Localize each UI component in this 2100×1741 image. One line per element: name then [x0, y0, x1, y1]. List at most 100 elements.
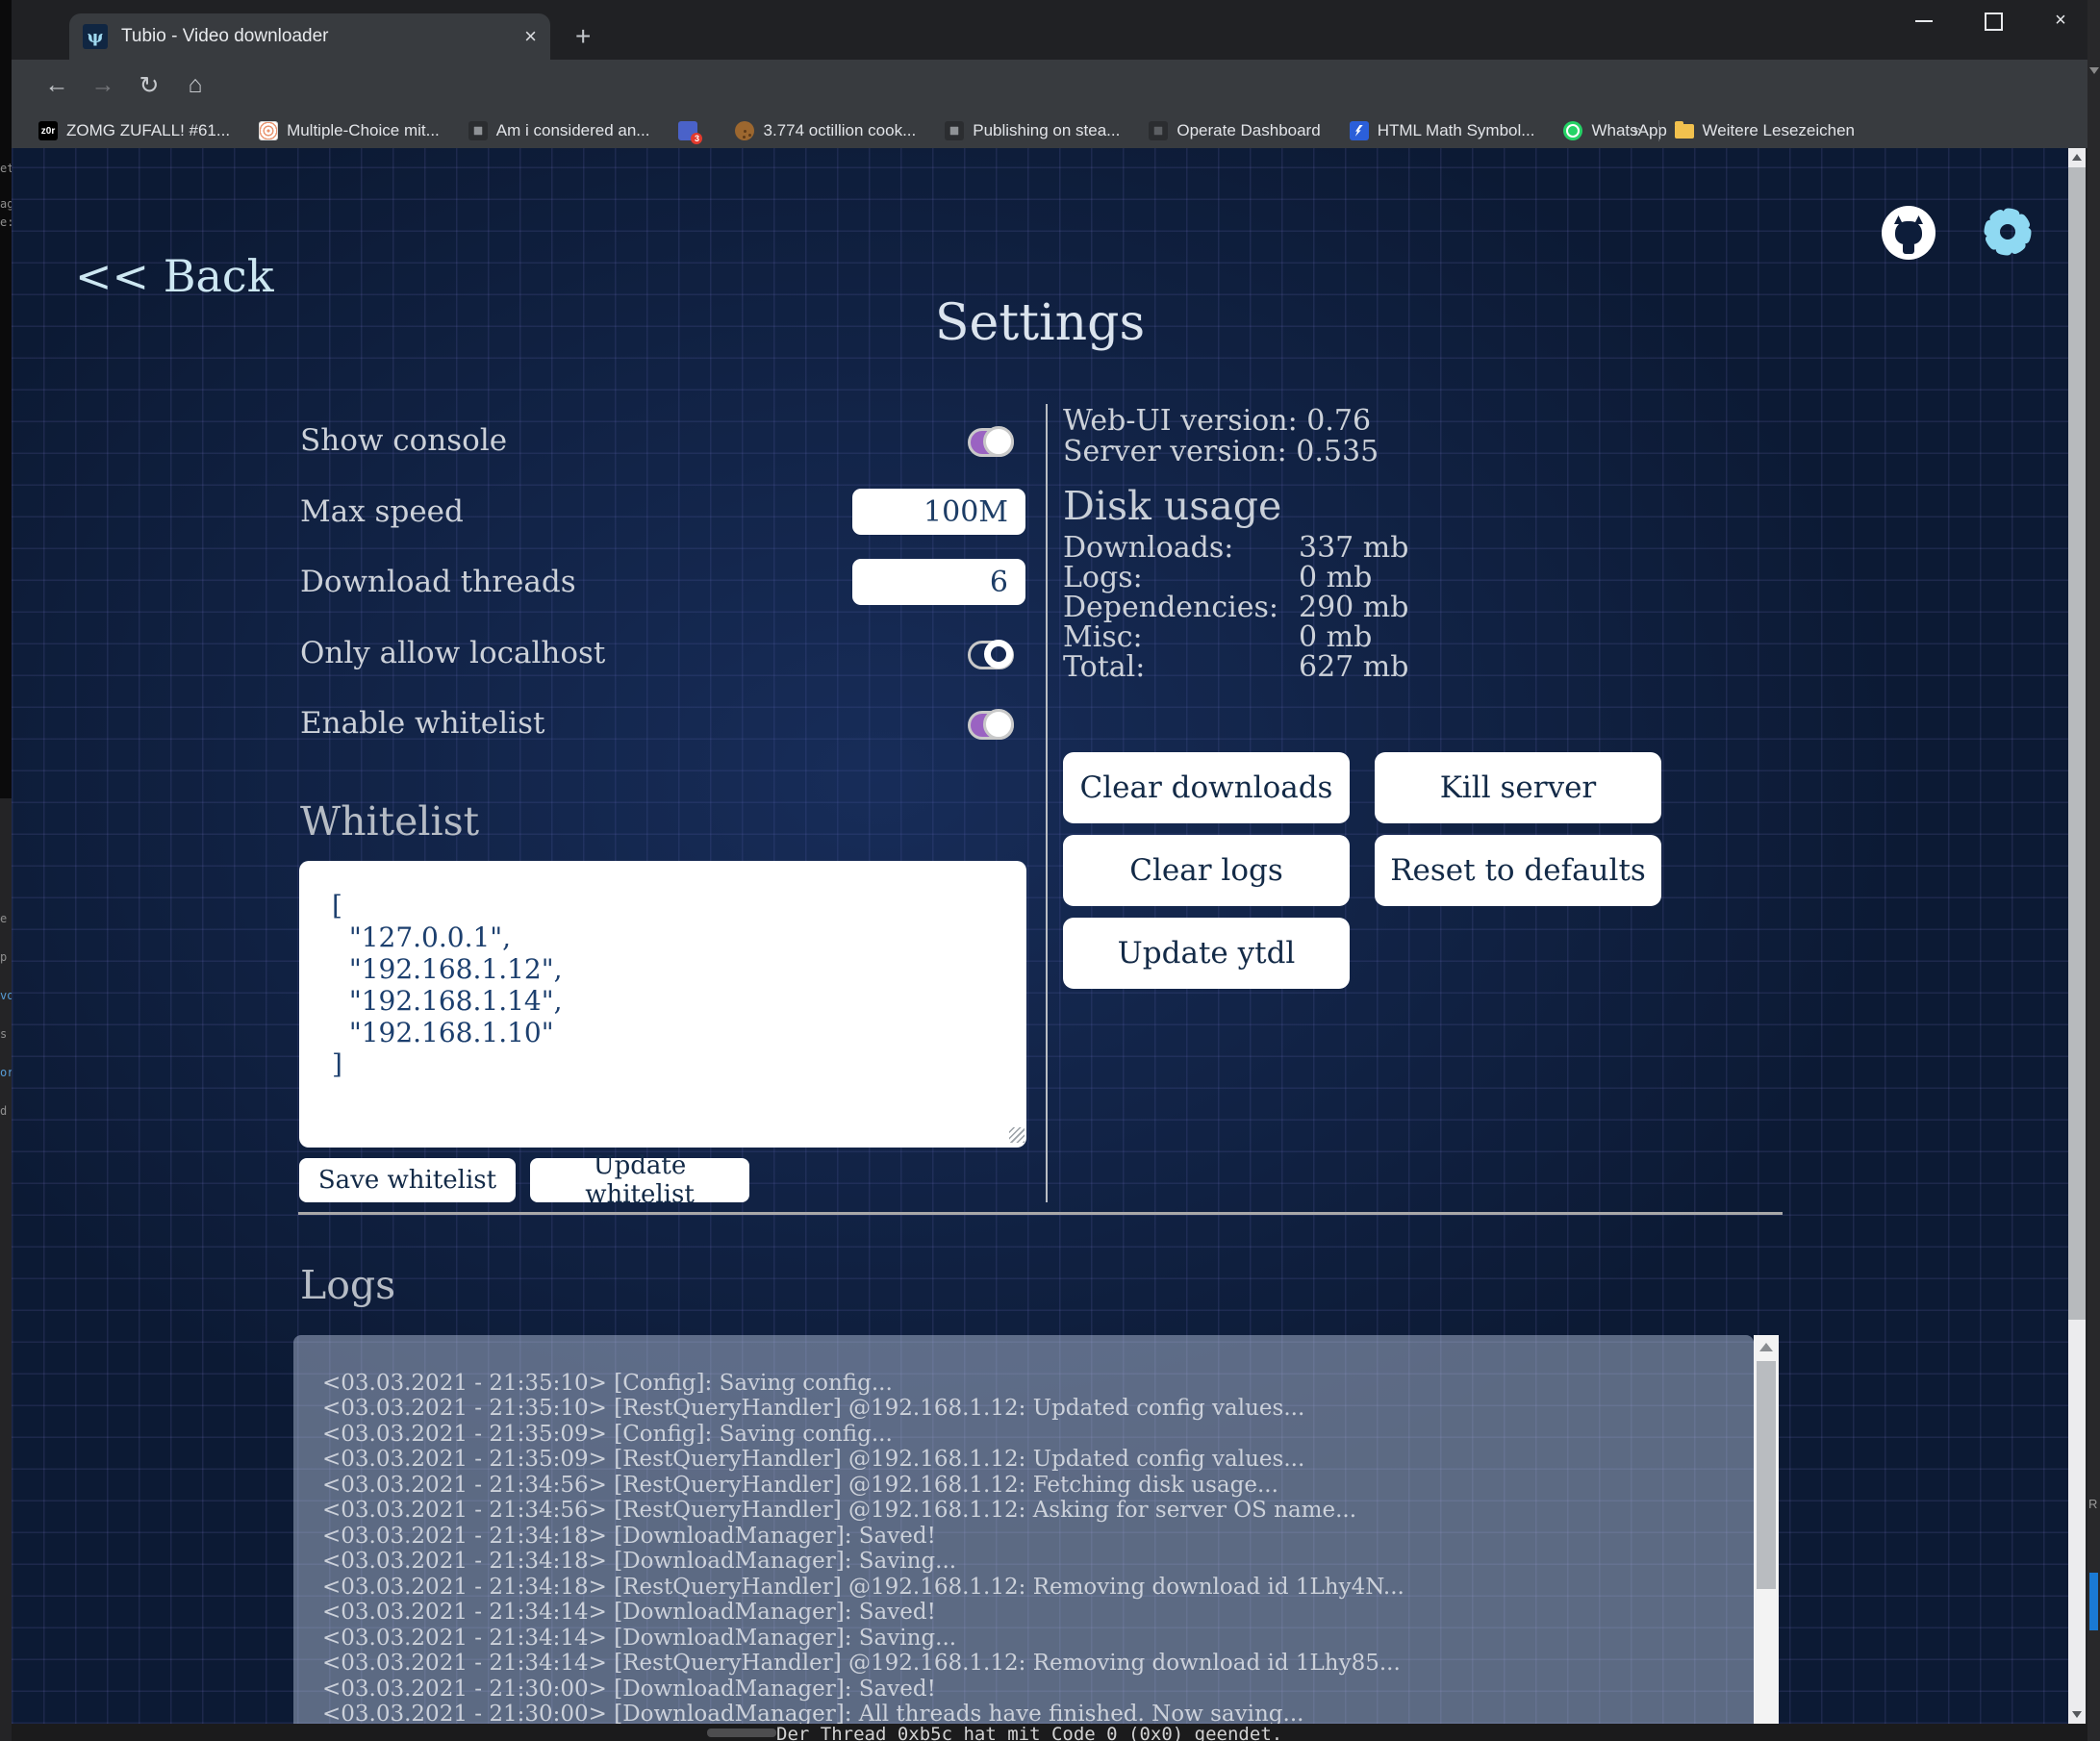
scroll-arrow-icon — [2089, 67, 2099, 74]
z0r-favicon-icon: z0r — [38, 121, 58, 140]
save-whitelist-button[interactable]: Save whitelist — [299, 1158, 516, 1202]
page-scrollbar-down-arrow-icon[interactable] — [2072, 1711, 2082, 1718]
cookie-favicon-icon — [735, 121, 754, 140]
webui-version: Web-UI version: 0.76 — [1063, 404, 1371, 438]
max-speed-label: Max speed — [300, 494, 464, 529]
settings-gear-icon[interactable] — [1980, 204, 2036, 260]
bookmark-item[interactable]: Multiple-Choice mit... — [259, 121, 440, 140]
clear-logs-button[interactable]: Clear logs — [1063, 835, 1350, 906]
spiral-favicon-icon — [259, 121, 278, 140]
forward-button[interactable]: → — [87, 71, 119, 99]
column-divider — [1046, 404, 1048, 1202]
log-line: <03.03.2021 - 21:35:09> [RestQueryHandle… — [322, 1447, 1304, 1473]
bookmarks-overflow-chevron[interactable]: » — [1633, 121, 1643, 141]
only-allow-localhost-label: Only allow localhost — [300, 636, 605, 670]
home-button[interactable]: ⌂ — [179, 71, 212, 99]
browser-toolbar: ← → ↻ ⌂ ⚠ Nicht sicher 192.168.1.12 :696… — [12, 60, 2087, 114]
blue-badge-favicon-icon: 3 — [678, 121, 697, 140]
log-line: <03.03.2021 - 21:34:14> [DownloadManager… — [322, 1600, 936, 1626]
code-fragment: p — [0, 950, 7, 964]
update-ytdl-button[interactable]: Update ytdl — [1063, 918, 1350, 989]
max-speed-input[interactable] — [852, 489, 1025, 535]
logs-scrollbar-thumb[interactable] — [1757, 1361, 1776, 1589]
browser-titlebar: ψ Tubio - Video downloader × + × — [12, 0, 2087, 60]
kill-server-button[interactable]: Kill server — [1375, 752, 1661, 823]
download-threads-input[interactable] — [852, 559, 1025, 605]
other-bookmarks-button[interactable]: Weitere Lesezeichen — [1675, 121, 1855, 140]
background-window-left-edge: et ag e: e p vo s or d — [0, 0, 12, 1741]
textarea-resize-handle[interactable] — [1009, 1127, 1025, 1143]
page-scrollbar-thumb[interactable] — [2068, 167, 2086, 1320]
enable-whitelist-toggle[interactable] — [968, 711, 1014, 740]
unity-cube-favicon-icon — [468, 121, 488, 140]
background-window-right-edge: R — [2087, 0, 2100, 1741]
log-line: <03.03.2021 - 21:34:18> [DownloadManager… — [322, 1524, 936, 1550]
only-allow-localhost-toggle[interactable] — [968, 641, 1014, 669]
logs-scrollbar-up-arrow-icon[interactable] — [1759, 1343, 1773, 1351]
browser-window: ψ Tubio - Video downloader × + × ← → ↻ ⌂… — [12, 0, 2087, 1724]
update-whitelist-button[interactable]: Update whitelist — [530, 1158, 749, 1202]
new-tab-button[interactable]: + — [575, 23, 591, 50]
log-line: <03.03.2021 - 21:34:56> [RestQueryHandle… — [322, 1498, 1356, 1524]
clear-downloads-button[interactable]: Clear downloads — [1063, 752, 1350, 823]
reset-to-defaults-button[interactable]: Reset to defaults — [1375, 835, 1661, 906]
tubio-settings-page: << Back Settings Show console Max speed … — [12, 148, 2068, 1724]
reload-button[interactable]: ↻ — [133, 71, 165, 100]
log-line: <03.03.2021 - 21:35:10> [Config]: Saving… — [322, 1371, 893, 1397]
tab-close-icon[interactable]: × — [524, 24, 537, 49]
unity-cube-dark-favicon-icon — [1149, 121, 1168, 140]
disk-row-downloads: Downloads:337 mb — [1063, 531, 1525, 565]
back-button[interactable]: ← — [40, 71, 73, 99]
whitelist-textarea[interactable]: [ "127.0.0.1", "192.168.1.12", "192.168.… — [299, 861, 1026, 1148]
code-fragment: R — [2088, 1497, 2097, 1511]
log-line: <03.03.2021 - 21:34:18> [DownloadManager… — [322, 1549, 956, 1575]
section-divider — [298, 1212, 1783, 1215]
page-scrollbar[interactable] — [2068, 148, 2086, 1724]
log-line: <03.03.2021 - 21:34:14> [DownloadManager… — [322, 1626, 956, 1652]
disk-row-logs: Logs:0 mb — [1063, 561, 1525, 594]
bookmark-item[interactable]: HTML Math Symbol... — [1350, 121, 1535, 140]
disk-row-dependencies: Dependencies:290 mb — [1063, 591, 1525, 624]
show-console-toggle[interactable] — [968, 428, 1014, 457]
code-fragment: s — [0, 1027, 7, 1041]
bookmark-item[interactable]: Operate Dashboard — [1149, 121, 1320, 140]
bookmark-item[interactable]: z0rZOMG ZUFALL! #61... — [38, 121, 230, 140]
whatsapp-favicon-icon — [1563, 121, 1582, 140]
unity-cube-favicon-icon — [945, 121, 964, 140]
disk-row-total: Total:627 mb — [1063, 650, 1525, 684]
background-window-bottom-edge: Der Thread 0xb5c hat mit Code 0 (0x0) ge… — [12, 1724, 2087, 1741]
log-line: <03.03.2021 - 21:30:00> [DownloadManager… — [322, 1677, 936, 1703]
bookmark-item[interactable]: Publishing on stea... — [945, 121, 1120, 140]
window-close-button[interactable]: × — [2041, 10, 2080, 32]
background-hscrollbar-thumb — [707, 1728, 776, 1737]
log-line: <03.03.2021 - 21:30:00> [DownloadManager… — [322, 1702, 1303, 1724]
disk-row-misc: Misc:0 mb — [1063, 620, 1525, 654]
bookmark-item[interactable]: 3.774 octillion cook... — [735, 121, 916, 140]
logs-scrollbar[interactable] — [1754, 1335, 1779, 1724]
log-line: <03.03.2021 - 21:34:18> [RestQueryHandle… — [322, 1575, 1404, 1601]
page-title: Settings — [12, 294, 2068, 352]
github-icon[interactable] — [1882, 206, 1936, 260]
log-line: <03.03.2021 - 21:35:09> [Config]: Saving… — [322, 1422, 893, 1448]
show-console-label: Show console — [300, 423, 507, 458]
bookmarks-bar: z0rZOMG ZUFALL! #61... Multiple-Choice m… — [12, 114, 2087, 148]
bookmarks-divider — [1658, 120, 1659, 141]
download-threads-label: Download threads — [300, 565, 576, 599]
window-minimize-button[interactable] — [1905, 10, 1943, 32]
code-fragment: d — [0, 1104, 7, 1118]
bookmark-item[interactable]: 3 — [678, 121, 706, 140]
bookmark-item[interactable]: Am i considered an... — [468, 121, 650, 140]
disk-usage-heading: Disk usage — [1063, 483, 1281, 529]
code-fragment: e — [0, 912, 7, 925]
whitelist-heading: Whitelist — [300, 798, 479, 845]
log-line: <03.03.2021 - 21:34:14> [RestQueryHandle… — [322, 1651, 1401, 1677]
tubio-favicon-icon: ψ — [83, 24, 108, 49]
log-line: <03.03.2021 - 21:35:10> [RestQueryHandle… — [322, 1396, 1304, 1422]
browser-tab[interactable]: ψ Tubio - Video downloader × — [69, 13, 550, 60]
folder-icon — [1675, 124, 1694, 139]
vs-blue-icon — [2089, 1573, 2098, 1630]
window-maximize-button[interactable] — [1974, 10, 2012, 37]
page-scrollbar-up-arrow-icon[interactable] — [2072, 154, 2082, 161]
math-lightning-favicon-icon — [1350, 121, 1369, 140]
log-line: <03.03.2021 - 21:34:56> [RestQueryHandle… — [322, 1473, 1278, 1499]
